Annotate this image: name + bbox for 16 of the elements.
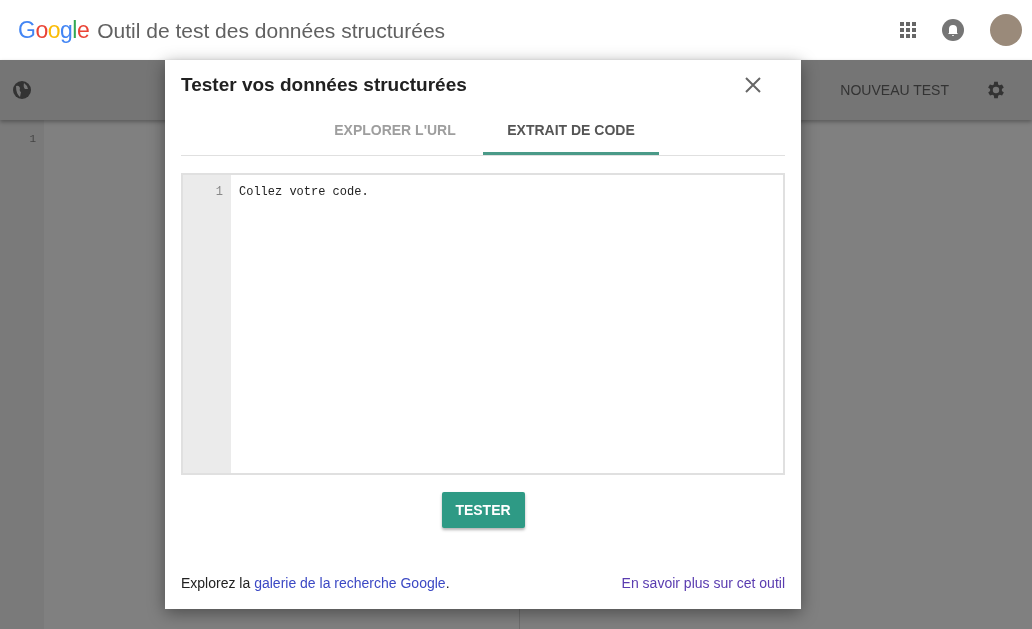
- dialog-title: Tester vos données structurées: [181, 74, 467, 96]
- new-test-button[interactable]: NOUVEAU TEST: [840, 82, 949, 98]
- test-button[interactable]: TESTER: [441, 492, 525, 528]
- app-title: Outil de test des données structurées: [97, 18, 446, 43]
- close-icon[interactable]: [745, 77, 761, 93]
- google-logo[interactable]: Google: [18, 16, 90, 44]
- tab[interactable]: EXPLORER L'URL: [307, 110, 483, 155]
- notification-bell-icon[interactable]: [942, 19, 964, 41]
- tab[interactable]: EXTRAIT DE CODE: [483, 110, 659, 155]
- learn-more-link[interactable]: En savoir plus sur cet outil: [621, 575, 785, 591]
- gallery-sentence: Explorez la galerie de la recherche Google.: [181, 575, 450, 591]
- apps-grid-icon[interactable]: [900, 22, 916, 38]
- globe-icon[interactable]: [12, 80, 32, 100]
- gallery-link[interactable]: galerie de la recherche Google: [254, 575, 446, 591]
- avatar[interactable]: [990, 14, 1022, 46]
- settings-icon[interactable]: [985, 79, 1007, 101]
